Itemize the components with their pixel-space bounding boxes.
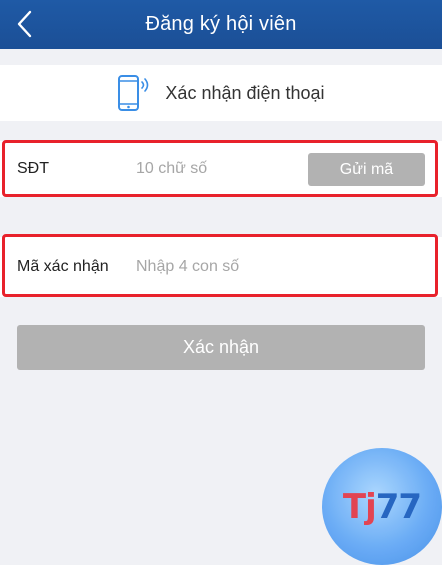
watermark-text: Tj77 [342, 486, 422, 527]
back-button[interactable] [6, 6, 42, 42]
code-row: Mã xác nhận [0, 237, 442, 297]
mobile-phone-icon [118, 75, 149, 111]
phone-label: SĐT [17, 160, 49, 177]
code-label: Mã xác nhận [17, 258, 109, 275]
phone-verification-header: Xác nhận điện thoại [0, 65, 442, 121]
watermark-text-n: 77 [375, 486, 422, 527]
navbar: Đăng ký hội viên [0, 0, 442, 49]
phone-verification-title: Xác nhận điện thoại [165, 82, 325, 103]
phone-row: SĐT Gửi mã [0, 141, 442, 197]
watermark-text-t: Tj [342, 486, 377, 527]
confirm-button[interactable]: Xác nhận [17, 325, 425, 370]
send-code-button[interactable]: Gửi mã [308, 153, 425, 186]
phone-input[interactable] [136, 154, 301, 184]
chevron-left-icon [17, 10, 32, 38]
page-title: Đăng ký hội viên [145, 13, 297, 35]
code-input[interactable] [136, 252, 301, 282]
watermark-logo: Tj77 [322, 448, 442, 565]
